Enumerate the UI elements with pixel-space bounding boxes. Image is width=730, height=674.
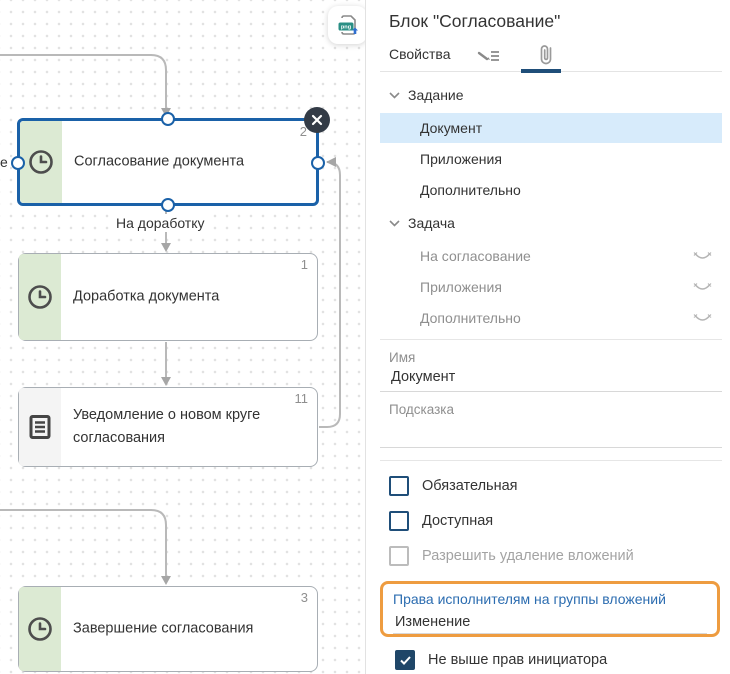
block-approval[interactable]: Согласование документа 2 xyxy=(17,118,319,206)
edge-label-rework: На доработку xyxy=(111,214,210,232)
tree-group-label: Задача xyxy=(408,215,455,231)
divider xyxy=(380,460,722,461)
name-field-label: Имя xyxy=(389,350,722,365)
block-number: 1 xyxy=(301,257,308,272)
link-icon xyxy=(693,251,712,262)
panel-tabs: Свойства xyxy=(380,43,722,72)
block-number: 3 xyxy=(301,590,308,605)
checkbox-allow-deletion: Разрешить удаление вложений xyxy=(389,546,722,566)
export-png-icon: png xyxy=(336,13,360,37)
block-title: Уведомление о новом круге согласования xyxy=(73,404,305,450)
tree-group-label: Задание xyxy=(408,87,464,103)
block-side-panel xyxy=(20,121,62,203)
tab-properties[interactable]: Свойства xyxy=(389,46,450,62)
tree-item-label: Дополнительно xyxy=(420,310,521,326)
block-rework[interactable]: Доработка документа 1 xyxy=(18,253,318,341)
properties-panel: Блок "Согласование" Свойства Задание Док… xyxy=(366,0,730,674)
hint-input[interactable] xyxy=(391,421,722,443)
tab-attachments[interactable] xyxy=(538,43,554,72)
checkbox-initiator-rights[interactable]: Не выше прав инициатора xyxy=(395,650,722,670)
checkbox-box[interactable] xyxy=(395,650,415,670)
divider xyxy=(380,339,722,340)
tree-item-label: На согласование xyxy=(420,248,531,264)
check-icon xyxy=(400,656,411,665)
link-icon xyxy=(693,282,712,293)
edge-into-finish xyxy=(0,510,166,576)
rights-group-highlight: Права исполнителям на группы вложений Из… xyxy=(380,581,720,637)
edge-into-approval xyxy=(0,55,166,108)
tree-item-task-attachments[interactable]: Приложения xyxy=(380,272,722,302)
tab-signing[interactable] xyxy=(476,43,502,70)
link-icon xyxy=(693,313,712,324)
block-finish[interactable]: Завершение согласования 3 xyxy=(18,586,318,672)
checkbox-available[interactable]: Доступная xyxy=(389,511,722,531)
block-side-panel xyxy=(19,587,61,671)
checkbox-label: Разрешить удаление вложений xyxy=(422,548,634,564)
svg-text:png: png xyxy=(340,25,351,31)
workflow-canvas[interactable]: е Согласование документа 2 На доработку xyxy=(0,0,366,674)
document-icon xyxy=(28,414,52,440)
port-right[interactable] xyxy=(311,156,325,170)
chevron-down-icon xyxy=(389,220,400,227)
checkbox-label: Обязательная xyxy=(422,478,518,494)
checkbox-label: Не выше прав инициатора xyxy=(428,652,607,668)
pen-list-icon xyxy=(476,43,502,65)
block-side-panel xyxy=(19,254,61,340)
tree-item-attachments[interactable]: Приложения xyxy=(380,144,722,174)
name-input[interactable]: Документ xyxy=(391,369,722,387)
tree-item-task-additional[interactable]: Дополнительно xyxy=(380,303,722,333)
checkbox-required[interactable]: Обязательная xyxy=(389,476,722,496)
tree-group-assignment[interactable]: Задание xyxy=(380,78,722,112)
port-left[interactable] xyxy=(11,156,25,170)
tree-item-label: Приложения xyxy=(420,279,502,295)
tree-item-additional[interactable]: Дополнительно xyxy=(380,175,722,205)
tree-item-label: Приложения xyxy=(420,151,502,167)
block-title: Доработка документа xyxy=(73,285,305,308)
clock-icon xyxy=(28,149,54,175)
paperclip-icon xyxy=(538,43,554,67)
checkbox-box xyxy=(389,546,409,566)
chevron-down-icon xyxy=(389,92,400,99)
tree-group-task[interactable]: Задача xyxy=(380,206,722,240)
tree-item-document[interactable]: Документ xyxy=(380,113,722,143)
delete-block-button[interactable] xyxy=(304,107,330,133)
panel-title: Блок "Согласование" xyxy=(389,11,722,32)
edge-label-fragment: е xyxy=(0,153,10,171)
export-png-button[interactable]: png xyxy=(328,6,366,44)
rights-value-select[interactable]: Изменение xyxy=(393,614,707,634)
tree-item-label: Документ xyxy=(420,120,482,136)
block-number: 11 xyxy=(295,391,309,406)
rights-group-link[interactable]: Права исполнителям на группы вложений xyxy=(393,591,707,607)
block-title: Завершение согласования xyxy=(73,617,305,640)
checkbox-box[interactable] xyxy=(389,511,409,531)
clock-icon xyxy=(27,284,53,310)
tree-item-for-approval[interactable]: На согласование xyxy=(380,241,722,271)
port-bottom[interactable] xyxy=(161,198,175,212)
block-notification[interactable]: Уведомление о новом круге согласования 1… xyxy=(18,387,318,467)
checkbox-box[interactable] xyxy=(389,476,409,496)
tree-item-label: Дополнительно xyxy=(420,182,521,198)
hint-field-group: Подсказка xyxy=(380,402,722,448)
checkbox-label: Доступная xyxy=(422,513,493,529)
name-field-group: Имя Документ xyxy=(380,350,722,392)
clock-icon xyxy=(27,616,53,642)
hint-field-label: Подсказка xyxy=(389,402,722,417)
block-title: Согласование документа xyxy=(74,150,304,173)
active-tab-indicator xyxy=(521,69,561,73)
block-side-panel xyxy=(19,388,61,466)
edge-notification-to-approval xyxy=(319,162,340,427)
port-top[interactable] xyxy=(161,112,175,126)
close-icon xyxy=(311,114,323,126)
